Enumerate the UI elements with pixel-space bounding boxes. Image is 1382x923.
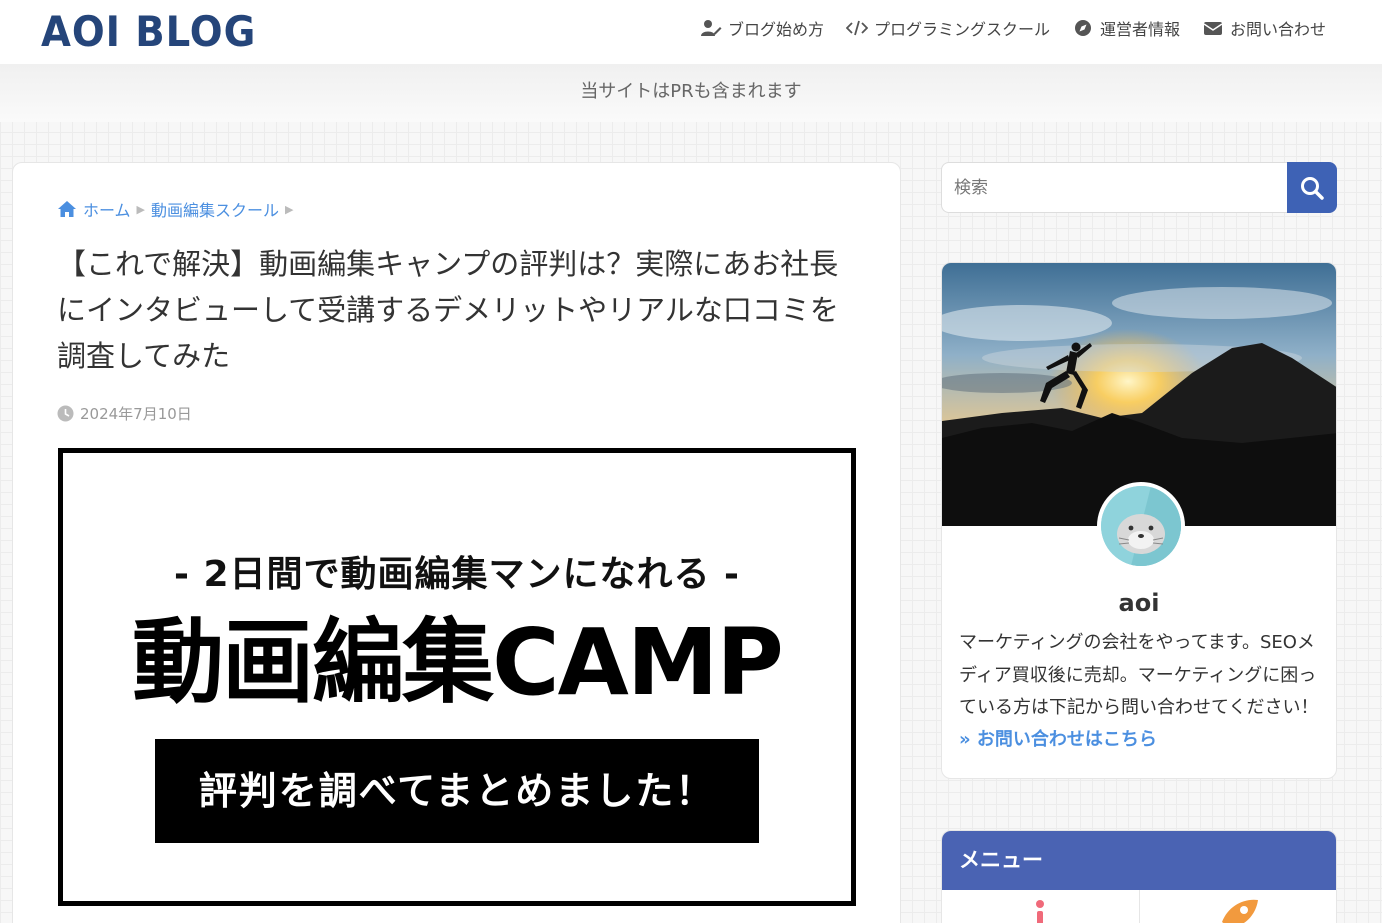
compass-icon [1074, 20, 1091, 36]
nav-label: 運営者情報 [1099, 20, 1180, 39]
article-title: 【これで解決】動画編集キャンプの評判は？実際にあお社長にインタビューして受講する… [57, 247, 839, 373]
search-form [941, 162, 1337, 213]
nav-item-contact[interactable]: お問い合わせ [1202, 15, 1326, 41]
site-header: AOI BLOG ブログ始め方 プログラミングスクール 運営者情報 お問い合わせ [0, 0, 1382, 64]
site-logo[interactable]: AOI BLOG [41, 6, 256, 58]
eyecatch-image: - 2日間で動画編集マンになれる - 動画編集CAMP 評判を調べてまとめました… [58, 448, 856, 906]
avatar [1097, 482, 1185, 570]
chevron-right-icon: ▶ [136, 202, 145, 216]
home-icon [58, 201, 76, 217]
eyecatch-banner: 評判を調べてまとめました！ [155, 739, 759, 843]
menu-item-rocket[interactable] [1140, 890, 1337, 923]
chevron-right-icon: ▶ [285, 202, 294, 216]
nav-label: お問い合わせ [1229, 20, 1326, 39]
breadcrumb-category[interactable]: 動画編集スクール [151, 197, 279, 221]
code-icon [845, 20, 868, 36]
global-nav: ブログ始め方 プログラミングスクール 運営者情報 お問い合わせ [700, 15, 1326, 41]
contact-link[interactable]: » お問い合わせはこちら [959, 725, 1157, 751]
nav-item-programming-school[interactable]: プログラミングスクール [845, 15, 1050, 41]
profile-widget: aoi マーケティングの会社をやってます。SEOメディア買収後に売却。マーケティ… [941, 262, 1337, 779]
breadcrumb-home[interactable]: ホーム [83, 197, 131, 221]
rocket-icon [1221, 899, 1258, 923]
eyecatch-subtitle: - 2日間で動画編集マンになれる - [174, 554, 740, 595]
nav-item-blog-start[interactable]: ブログ始め方 [700, 15, 824, 41]
profile-description: マーケティングの会社をやってます。SEOメディア買収後に売却。マーケティングに困… [959, 632, 1319, 718]
menu-grid [942, 890, 1336, 923]
clock-icon [57, 405, 74, 422]
seal-avatar-icon [1101, 486, 1181, 566]
search-input[interactable] [941, 162, 1288, 213]
menu-item-info[interactable] [942, 890, 1140, 923]
pr-notice: 当サイトはPRも含まれます [0, 64, 1382, 122]
user-edit-icon [700, 20, 722, 36]
article-card: ホーム ▶ 動画編集スクール ▶ 【これで解決】動画編集キャンプの評判は？実際に… [12, 162, 901, 923]
eyecatch-main-title: 動画編集CAMP [132, 609, 784, 716]
breadcrumb: ホーム ▶ 動画編集スクール ▶ [57, 197, 293, 221]
search-icon [1301, 176, 1324, 200]
envelope-icon [1203, 22, 1223, 35]
nav-item-about[interactable]: 運営者情報 [1072, 15, 1180, 41]
info-icon [1036, 900, 1044, 923]
nav-label: プログラミングスクール [873, 20, 1050, 39]
nav-label: ブログ始め方 [727, 20, 824, 39]
search-button[interactable] [1287, 162, 1337, 213]
menu-widget: メニュー [941, 830, 1337, 923]
profile-name: aoi [1118, 589, 1160, 617]
post-date: 2024年7月10日 [57, 403, 192, 424]
menu-title: メニュー [942, 831, 1336, 890]
post-date-text: 2024年7月10日 [80, 405, 192, 423]
